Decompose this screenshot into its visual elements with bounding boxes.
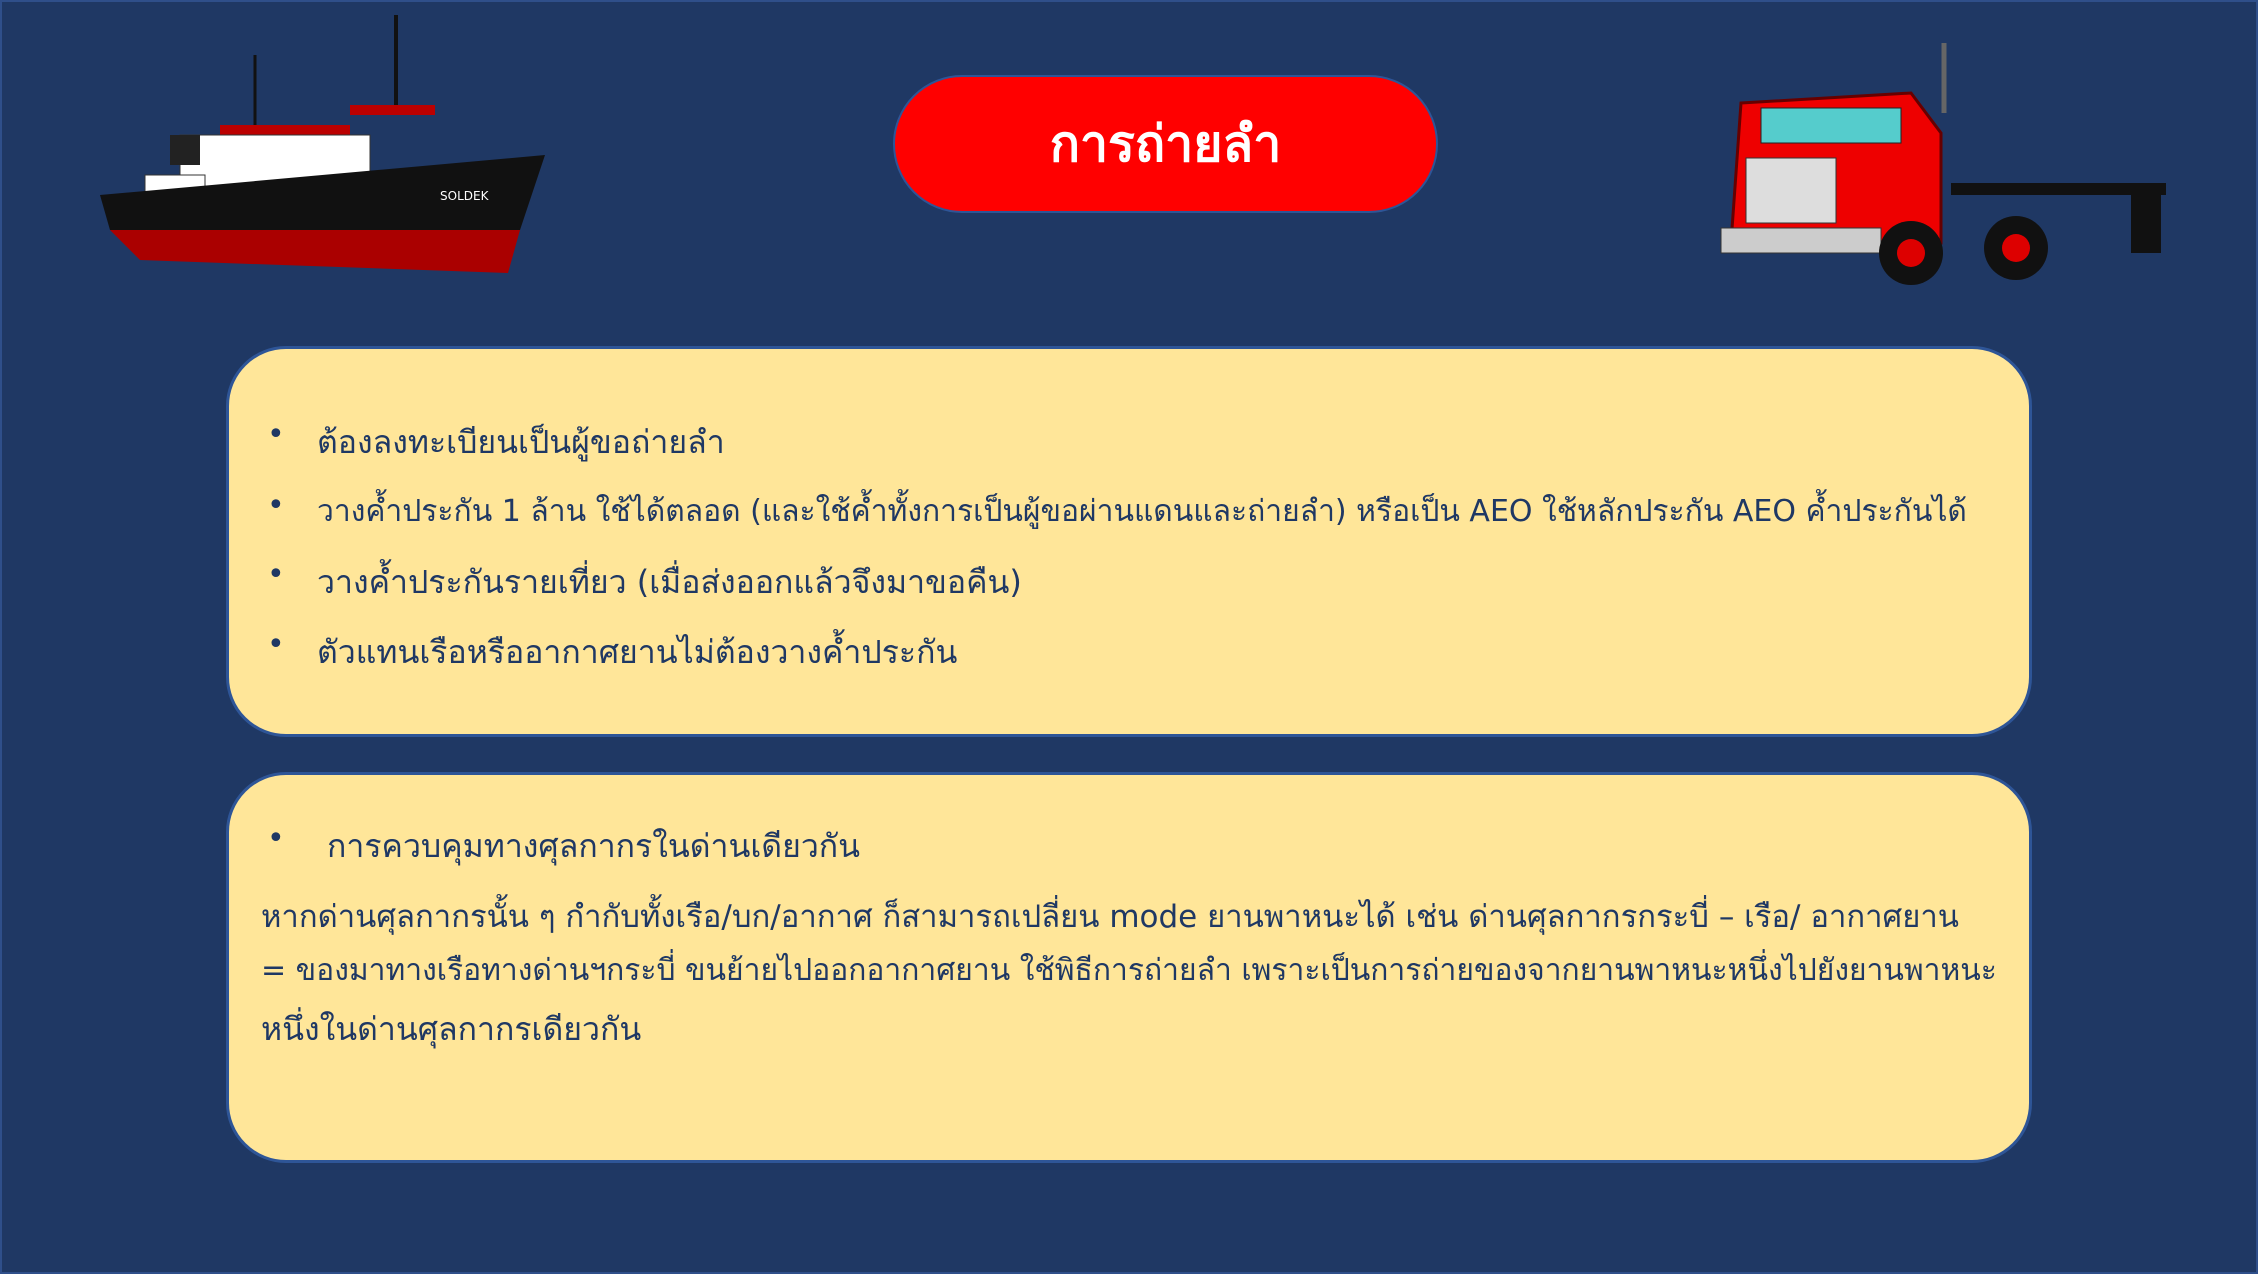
list-item-text: ต้องลงทะเบียนเป็นผู้ขอถ่ายลำ	[317, 423, 725, 461]
paragraph-line: หนึ่งในด่านศุลกากรเดียวกัน	[261, 1010, 642, 1048]
customs-control-box: • การควบคุมทางศุลกากรในด่านเดียวกัน หากด่…	[226, 772, 2032, 1163]
bullet-icon: •	[267, 557, 285, 592]
paragraph-line: หากด่านศุลกากรนั้น ๆ กำกับทั้งเรือ/บก/อา…	[261, 899, 1959, 935]
bullet-icon: •	[267, 627, 285, 662]
list-item-text: ตัวแทนเรือหรืออากาศยานไม่ต้องวางค้ำประกั…	[317, 633, 958, 671]
bullet-icon: •	[267, 417, 285, 452]
ship-image: SOLDEK	[100, 15, 545, 273]
list-item-text: วางค้ำประกันรายเที่ยว (เมื่อส่งออกแล้วจึ…	[317, 563, 1022, 601]
slide-title: การถ่ายลำ	[893, 75, 1438, 213]
ship-name: SOLDEK	[440, 189, 490, 203]
bullet-icon: •	[267, 821, 285, 856]
paragraph-line: = ของมาทางเรือทางด่านฯกระบี่ ขนย้ายไปออก…	[261, 953, 1997, 988]
list-item-text: วางค้ำประกัน 1 ล้าน ใช้ได้ตลอด (และใช้ค้…	[317, 494, 1967, 529]
list-item-text: การควบคุมทางศุลกากรในด่านเดียวกัน	[327, 827, 861, 865]
bullet-icon: •	[267, 488, 285, 523]
truck-image	[1720, 43, 2166, 285]
requirements-box: • ต้องลงทะเบียนเป็นผู้ขอถ่ายลำ • วางค้ำประ…	[226, 346, 2032, 737]
